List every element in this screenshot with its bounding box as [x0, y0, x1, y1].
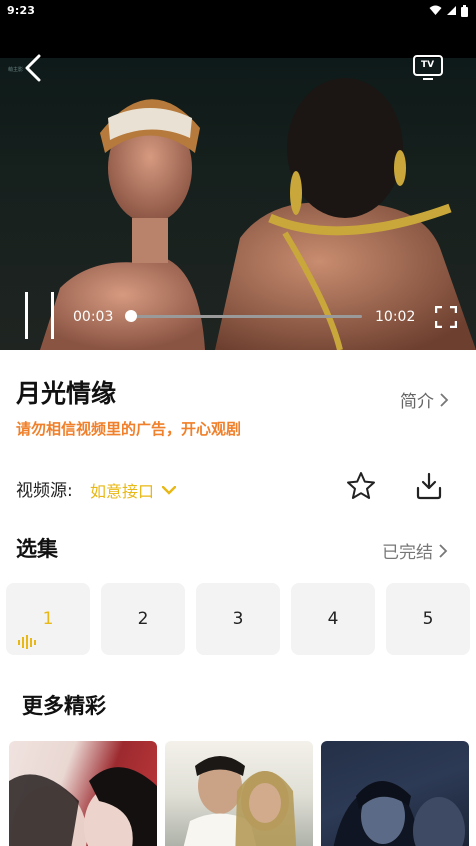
video-player[interactable]: 萌主影 TV 00:03 10:02 — [0, 22, 476, 350]
system-icons — [429, 4, 468, 17]
tv-label: TV — [421, 60, 435, 70]
video-frame — [0, 58, 476, 350]
status-time: 9:23 — [7, 4, 36, 17]
signal-icon — [447, 6, 456, 15]
episode-number: 5 — [422, 609, 434, 629]
chevron-right-icon — [439, 543, 448, 558]
poster-image — [183, 756, 297, 846]
poster-card[interactable] — [321, 741, 469, 846]
wifi-icon — [429, 5, 442, 15]
back-button[interactable] — [22, 54, 46, 82]
poster-card[interactable] — [9, 741, 157, 846]
intro-label: 简介 — [400, 392, 434, 412]
episodes-status-link[interactable]: 已完结 — [382, 538, 448, 563]
chevron-right-icon — [440, 392, 449, 407]
progress-track[interactable] — [130, 315, 362, 318]
star-icon — [347, 472, 375, 499]
tv-cast-button[interactable]: TV — [412, 54, 444, 82]
progress-thumb[interactable] — [125, 310, 137, 322]
episode-number: 1 — [42, 609, 54, 629]
ad-warning-notice: 请勿相信视频里的广告，开心观剧 — [16, 420, 242, 438]
download-icon — [416, 472, 442, 500]
poster-image — [333, 781, 465, 846]
poster-image — [9, 767, 157, 846]
download-button[interactable] — [414, 471, 444, 501]
source-label: 视频源: — [16, 481, 73, 501]
source-selector[interactable]: 如意接口 — [90, 478, 177, 502]
episode-item[interactable]: 3 — [196, 583, 280, 655]
duration-time: 10:02 — [375, 309, 416, 325]
recommendation-list — [9, 741, 469, 846]
episodes-status: 已完结 — [382, 543, 433, 563]
chevron-down-icon — [162, 485, 177, 495]
sound-wave-icon — [18, 635, 36, 649]
back-icon — [25, 54, 41, 82]
pause-icon — [51, 292, 54, 339]
more-heading: 更多精彩 — [22, 694, 106, 718]
video-watermark: 萌主影 — [8, 67, 24, 73]
show-title: 月光情缘 — [16, 379, 117, 408]
current-time: 00:03 — [73, 309, 114, 325]
episode-item[interactable]: 1 — [6, 583, 90, 655]
favorite-button[interactable] — [346, 471, 376, 501]
episode-number: 4 — [327, 609, 339, 629]
episode-item[interactable]: 2 — [101, 583, 185, 655]
episode-number: 2 — [137, 609, 149, 629]
episode-number: 3 — [232, 609, 244, 629]
episode-item[interactable]: 5 — [386, 583, 470, 655]
fullscreen-button[interactable] — [434, 305, 458, 329]
source-value: 如意接口 — [90, 482, 155, 501]
pause-icon — [25, 292, 28, 339]
poster-card[interactable] — [165, 741, 313, 846]
status-bar: 9:23 — [0, 0, 476, 22]
episode-list: 1 2 3 4 5 — [6, 583, 470, 655]
fullscreen-icon — [434, 305, 458, 329]
video-frame-art — [40, 78, 476, 350]
episodes-heading: 选集 — [16, 537, 58, 561]
episode-item[interactable]: 4 — [291, 583, 375, 655]
intro-link[interactable]: 简介 — [400, 387, 449, 412]
pause-button[interactable] — [23, 292, 57, 340]
battery-icon — [461, 4, 468, 17]
